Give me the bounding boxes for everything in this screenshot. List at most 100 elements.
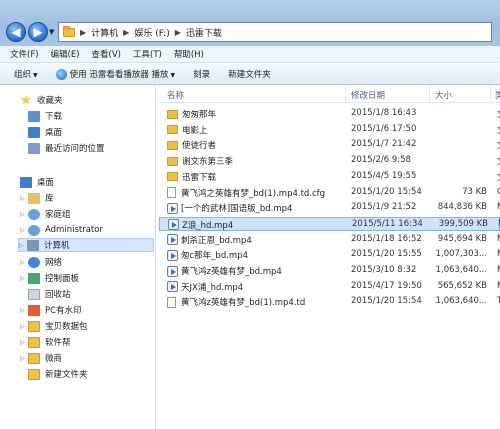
column-divider[interactable] (429, 85, 430, 103)
sidebar-item-libraries[interactable]: ▷ 库 (20, 191, 54, 205)
sidebar-item-administrator[interactable]: ▷ Administrator (20, 223, 103, 237)
address-bar[interactable]: ▶ 计算机 ▶ 娱乐 (F:) ▶ 迅雷下载 (58, 22, 492, 42)
sidebar-item-software-help[interactable]: ▷ 软件帮 (20, 335, 71, 349)
document-file-icon (167, 187, 176, 198)
sidebar-favorites[interactable]: 收藏夹 (20, 93, 63, 107)
back-button[interactable]: ◀ (6, 22, 26, 42)
sidebar-label: 桌面 (45, 128, 63, 138)
breadcrumb-computer[interactable]: 计算机 (91, 26, 118, 39)
file-name-cell: [一个的武林]国语版_bd.mp4 (167, 202, 347, 214)
play-with-button[interactable]: 使用 迅雷看看播放器 播放 ▼ (55, 68, 175, 80)
file-row[interactable]: 天JX浦_hd.mp42015/4/17 19:50565,652 KBM (159, 280, 500, 294)
menu-view[interactable]: 查看(V) (92, 48, 121, 60)
history-dropdown-icon[interactable]: ▼ (49, 28, 54, 36)
file-date: 2015/4/17 19:50 (351, 280, 422, 291)
file-name-cell: Z浪_hd.mp4 (168, 219, 348, 231)
file-date: 2015/1/20 15:54 (351, 296, 422, 307)
burn-button[interactable]: 刻录 (193, 68, 210, 80)
new-folder-button[interactable]: 新建文件夹 (228, 68, 271, 80)
file-name: 迅雷下载 (182, 172, 217, 183)
file-size: 945,694 KB (437, 233, 487, 244)
expand-arrow-icon[interactable]: ▷ (20, 355, 28, 362)
file-name-cell: 电影上 (167, 124, 347, 136)
file-date: 2015/1/20 15:55 (351, 249, 422, 260)
column-size-header[interactable]: 大小 (435, 89, 452, 101)
folder-icon (28, 352, 40, 364)
sidebar-item-wechat-business[interactable]: ▷ 微商 (20, 351, 62, 365)
file-size: 73 KB (462, 186, 487, 197)
sidebar-desktop[interactable]: 桌面 (20, 175, 54, 189)
breadcrumb-drive[interactable]: 娱乐 (F:) (134, 26, 169, 39)
sidebar-item-desktop-fav[interactable]: 桌面 (28, 125, 62, 139)
expand-arrow-icon[interactable]: ▷ (20, 227, 28, 234)
folder-icon (167, 156, 178, 166)
sidebar-label: 控制面板 (45, 274, 80, 284)
column-divider[interactable] (345, 85, 346, 103)
recycle-bin-icon (28, 288, 40, 300)
breadcrumb-current-folder[interactable]: 迅雷下载 (186, 26, 222, 39)
breadcrumb-separator[interactable]: ▶ (123, 28, 129, 37)
sidebar-item-pc-watermark[interactable]: ▷ PC有水印 (20, 303, 82, 317)
expand-arrow-icon[interactable]: ▷ (20, 211, 28, 218)
expand-arrow-icon[interactable]: ▷ (19, 242, 27, 249)
folder-icon (167, 125, 178, 135)
organize-button[interactable]: 组织 ▼ (14, 68, 38, 80)
sidebar-label: 回收站 (45, 290, 71, 300)
file-row[interactable]: 刺杀正恩_bd.mp42015/1/18 16:52945,694 KBM (159, 233, 500, 247)
file-row[interactable]: 黄飞鸿z英雄有梦_bd.mp4 2015/3/10 8:32 1,063,640..… (159, 264, 500, 278)
file-date: 2015/5/11 16:34 (352, 218, 423, 229)
sidebar-item-recycle-bin[interactable]: 回收站 (28, 287, 71, 301)
sidebar-item-control-panel[interactable]: ▷ 控制面板 (20, 271, 79, 285)
sidebar-label: 桌面 (37, 178, 55, 188)
expand-arrow-icon[interactable]: ▷ (20, 339, 28, 346)
file-row[interactable]: 谢文东第三季2015/2/6 9:58文 (159, 154, 500, 168)
file-name-cell: 黄飞鸿z英雄有梦_bd.mp4 (167, 265, 347, 277)
file-row[interactable]: 迅雷下载2015/4/5 19:55文 (159, 170, 500, 184)
sidebar-item-baby-data[interactable]: ▷ 宝贝数据包 (20, 319, 88, 333)
sidebar-item-network[interactable]: ▷ 网络 (20, 255, 62, 269)
forward-button[interactable]: ▶ (28, 22, 48, 42)
computer-icon (27, 239, 39, 251)
menu-help[interactable]: 帮助(H) (174, 48, 204, 60)
file-row[interactable]: 使徒行者2015/1/7 21:42文 (159, 138, 500, 152)
sidebar-item-downloads[interactable]: 下载 (28, 109, 62, 123)
expand-arrow-icon[interactable]: ▷ (20, 323, 28, 330)
file-row[interactable]: 匆匆那年2015/1/8 16:43文 (159, 107, 500, 121)
chevron-down-icon: ▼ (33, 71, 38, 79)
file-row[interactable]: [一个的武林]国语版_bd.mp4 2015/1/9 21:52 844,836 K… (159, 201, 500, 215)
sidebar-item-recent-places[interactable]: 最近访问的位置 (28, 141, 105, 155)
file-row[interactable]: 电影上2015/1/6 17:50文 (159, 123, 500, 137)
sidebar-item-homegroup[interactable]: ▷ 家庭组 (20, 207, 71, 221)
expand-arrow-icon[interactable]: ▷ (20, 307, 28, 314)
file-list-pane: 名称 修改日期 大小 类 匆匆那年2015/1/8 16:43文电影上2015/… (157, 85, 500, 429)
file-row[interactable]: Z浪_hd.mp42015/5/11 16:34399,509 KBM (159, 216, 500, 231)
organize-label: 组织 (14, 69, 32, 80)
expand-arrow-icon[interactable]: ▷ (20, 259, 28, 266)
file-name: 黄飞鸿之英雄有梦_bd(1).mp4.td.cfg (181, 188, 326, 199)
file-size: 1,063,640... (435, 265, 487, 275)
sidebar-item-computer[interactable]: ▷ 计算机 (18, 238, 154, 252)
breadcrumb-separator[interactable]: ▶ (175, 28, 181, 37)
file-date: 2015/1/8 16:43 (351, 108, 417, 118)
breadcrumb-separator[interactable]: ▶ (80, 28, 86, 37)
file-name-cell: 匆c那年_bd.mp4 (167, 249, 347, 261)
sidebar-label: PC有水印 (45, 306, 82, 316)
network-icon (28, 256, 40, 268)
file-size: 1,007,303... (435, 249, 487, 260)
menu-tools[interactable]: 工具(T) (133, 48, 162, 60)
sidebar-item-new-folder[interactable]: 新建文件夹 (28, 367, 88, 381)
control-panel-icon (28, 272, 40, 284)
sidebar-label: 宝贝数据包 (45, 322, 88, 332)
expand-arrow-icon[interactable]: ▷ (20, 275, 28, 282)
expand-arrow-icon[interactable]: ▷ (20, 195, 28, 202)
file-row[interactable]: 匆c那年_bd.mp42015/1/20 15:551,007,303...M (159, 248, 500, 262)
column-date-header[interactable]: 修改日期 (351, 89, 385, 101)
column-type-header[interactable]: 类 (495, 89, 500, 101)
file-row[interactable]: 黄飞鸿之英雄有梦_bd(1).mp4.td.cfg 2015/1/20 15:54… (159, 186, 500, 200)
menu-file[interactable]: 文件(F) (10, 48, 39, 60)
menu-edit[interactable]: 编辑(E) (51, 48, 80, 60)
column-name-header[interactable]: 名称 (167, 89, 184, 101)
sidebar-label: 微商 (45, 354, 63, 364)
column-divider[interactable] (490, 85, 491, 103)
file-row[interactable]: 黄飞鸿z英雄有梦_bd(1).mp4.td 2015/1/20 15:54 1,06… (159, 295, 500, 309)
